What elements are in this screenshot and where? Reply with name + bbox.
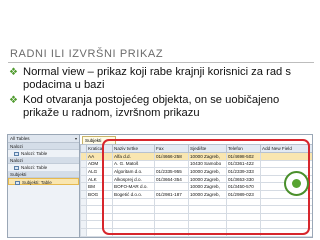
- highlight-frame: [102, 139, 310, 235]
- nav-pane-title: All Tables: [10, 136, 30, 141]
- nav-group-list: Nalozi Nalozi: Table Nalozi Nalozi: Table Su…: [8, 143, 79, 185]
- nav-item-label: Subjekti: Table: [22, 180, 52, 185]
- green-circle-marker: [284, 171, 309, 196]
- table-icon: [14, 151, 19, 156]
- bullet-marker-icon: ❖: [9, 67, 18, 78]
- nav-item-table[interactable]: Nalozi: Table: [8, 150, 79, 157]
- bullet-item: ❖ Kod otvaranja postojećeg objekta, on s…: [8, 94, 314, 120]
- bullet-list: ❖ Normal view – prikaz koji rabe krajnji…: [8, 66, 314, 122]
- nav-group-header[interactable]: Subjekti: [8, 171, 79, 178]
- bullet-item: ❖ Normal view – prikaz koji rabe krajnji…: [8, 66, 314, 92]
- chevron-down-icon[interactable]: ▾: [75, 135, 77, 143]
- bullet-text: Normal view – prikaz koji rabe krajnji k…: [23, 66, 291, 91]
- title-divider: [8, 62, 314, 63]
- nav-item-table[interactable]: Nalozi: Table: [8, 164, 79, 171]
- nav-item-label: Nalozi: Table: [21, 151, 48, 156]
- nav-item-table[interactable]: Subjekti: Table: [8, 178, 79, 185]
- nav-group-header[interactable]: Nalozi: [8, 157, 79, 164]
- nav-pane-header[interactable]: All Tables ▾: [8, 135, 79, 143]
- bullet-marker-icon: ❖: [9, 95, 18, 106]
- table-icon: [14, 165, 19, 170]
- slide-title: RADNI ILI IZVRŠNI PRIKAZ: [10, 48, 164, 60]
- bullet-text: Kod otvaranja postojećeg objekta, on se …: [23, 94, 280, 119]
- navigation-pane: All Tables ▾ Nalozi Nalozi: Table Nalozi Na…: [8, 135, 80, 237]
- table-icon: [15, 180, 20, 185]
- nav-item-label: Nalozi: Table: [21, 165, 48, 170]
- nav-group-header[interactable]: Nalozi: [8, 143, 79, 150]
- green-dot: [292, 179, 301, 188]
